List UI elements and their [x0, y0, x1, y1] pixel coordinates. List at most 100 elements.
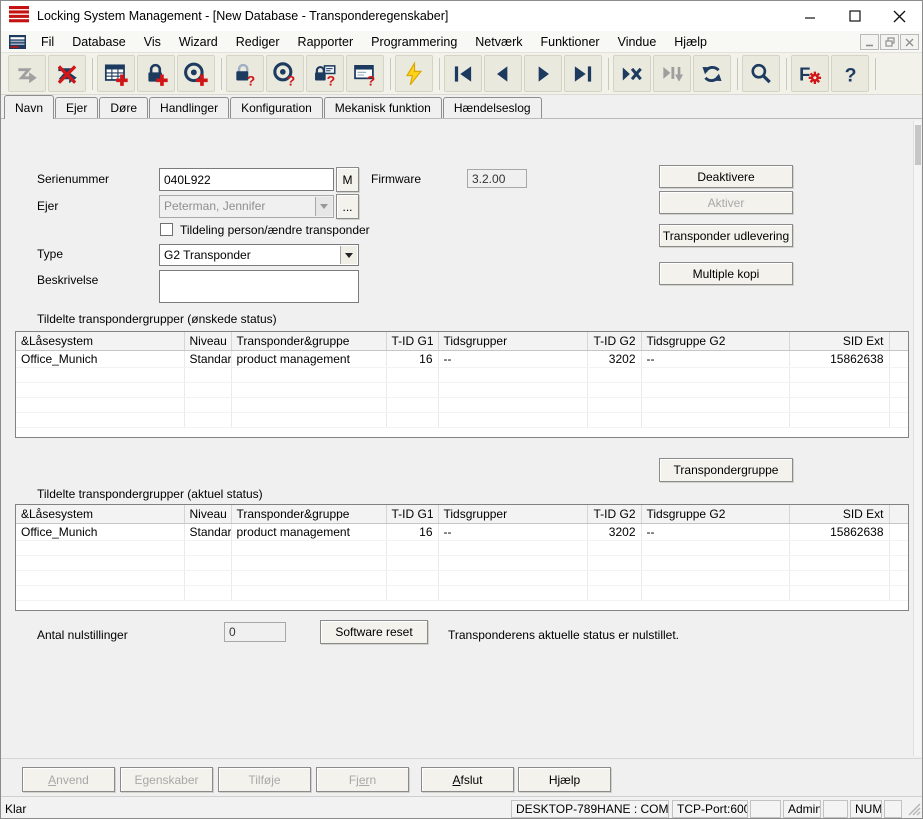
cancel-navigation-button[interactable]: [613, 55, 651, 92]
activate-button[interactable]: Aktiver: [659, 191, 793, 214]
add-transponder-button[interactable]: [177, 55, 215, 92]
menu-fil[interactable]: Fil: [32, 32, 63, 52]
toolbar-separator: [439, 58, 440, 90]
tab-navn[interactable]: Navn: [4, 95, 54, 119]
read-lock-data-button[interactable]: ?: [306, 55, 344, 92]
column-header[interactable]: T-ID G2: [587, 505, 641, 524]
add-locking-system-button[interactable]: [97, 55, 135, 92]
status-bar: Klar DESKTOP-789HANE : COM(*) TCP-Port:6…: [1, 796, 922, 819]
cell-level: Standard: [184, 524, 231, 541]
m-button[interactable]: M: [336, 167, 359, 192]
tab-ejer[interactable]: Ejer: [55, 97, 98, 118]
menu-funktioner[interactable]: Funktioner: [532, 32, 609, 52]
column-header[interactable]: Niveau: [184, 332, 231, 351]
table-row[interactable]: Office_Munich Standard product managemen…: [16, 524, 909, 541]
type-combobox[interactable]: G2 Transponder: [159, 244, 359, 266]
column-header[interactable]: T-ID G2: [587, 332, 641, 351]
program-button[interactable]: [395, 55, 433, 92]
route-arrow-button[interactable]: [8, 55, 46, 92]
help-footer-button[interactable]: Hjælp: [518, 767, 611, 792]
column-header[interactable]: Transponder&gruppe: [231, 505, 386, 524]
read-lock-button[interactable]: ?: [226, 55, 264, 92]
transponder-handout-button[interactable]: Transponder udlevering: [659, 224, 793, 247]
last-record-button[interactable]: [564, 55, 602, 92]
column-header[interactable]: &Låsesystem: [16, 332, 184, 351]
transponder-group-button[interactable]: Transpondergruppe: [659, 458, 793, 482]
serial-input[interactable]: [159, 168, 334, 191]
read-window-button[interactable]: ?: [346, 55, 384, 92]
tab-doere[interactable]: Døre: [99, 97, 148, 118]
properties-button[interactable]: Egenskaber: [120, 767, 213, 792]
add-button[interactable]: Tilføje: [218, 767, 311, 792]
multiple-copy-button[interactable]: Multiple kopi: [659, 262, 793, 285]
column-header[interactable]: Tidsgruppe G2: [641, 332, 789, 351]
mdi-close-icon[interactable]: [900, 34, 919, 50]
apply-button[interactable]: Anvend: [22, 767, 115, 792]
column-header[interactable]: Transponder&gruppe: [231, 332, 386, 351]
mdi-minimize-icon[interactable]: [860, 34, 879, 50]
filter-settings-button[interactable]: F: [791, 55, 829, 92]
menu-rediger[interactable]: Rediger: [227, 32, 289, 52]
mdi-restore-icon[interactable]: [880, 34, 899, 50]
maximize-icon[interactable]: [832, 1, 877, 31]
cell-sid-ext: 15862638: [789, 524, 889, 541]
menu-database[interactable]: Database: [63, 32, 135, 52]
skip-record-button[interactable]: [653, 55, 691, 92]
column-header[interactable]: Tidsgruppe G2: [641, 505, 789, 524]
deactivate-button[interactable]: Deaktivere: [659, 165, 793, 188]
filter-gear-icon: F: [797, 61, 823, 87]
software-reset-button[interactable]: Software reset: [320, 620, 428, 644]
exit-button[interactable]: Afslut: [421, 767, 514, 792]
application-window: Locking System Management - [New Databas…: [0, 0, 923, 819]
desired-groups-table: &Låsesystem Niveau Transponder&gruppe T-…: [15, 331, 909, 438]
help-button[interactable]: ?: [831, 55, 869, 92]
owner-label: Ejer: [37, 199, 58, 213]
menu-wizard[interactable]: Wizard: [170, 32, 227, 52]
cell-level: Standard: [184, 351, 231, 368]
read-transponder-button[interactable]: ?: [266, 55, 304, 92]
menu-hjaelp[interactable]: Hjælp: [665, 32, 716, 52]
assignment-checkbox[interactable]: [160, 223, 173, 236]
column-header[interactable]: SID Ext: [789, 505, 889, 524]
menu-vis[interactable]: Vis: [135, 32, 170, 52]
resize-grip-icon[interactable]: [908, 803, 921, 819]
column-header[interactable]: Tidsgrupper: [438, 332, 587, 351]
table-row-empty: [16, 383, 909, 398]
close-icon[interactable]: [877, 1, 922, 31]
scrollbar-thumb[interactable]: [915, 125, 921, 165]
route-cancel-button[interactable]: [48, 55, 86, 92]
menu-rapporter[interactable]: Rapporter: [289, 32, 363, 52]
minimize-icon[interactable]: [787, 1, 832, 31]
tab-mekanisk-funktion[interactable]: Mekanisk funktion: [324, 97, 442, 118]
refresh-button[interactable]: [693, 55, 731, 92]
vertical-scrollbar[interactable]: [913, 121, 921, 756]
column-header[interactable]: T-ID G1: [386, 505, 438, 524]
column-header[interactable]: T-ID G1: [386, 332, 438, 351]
description-label: Beskrivelse: [37, 273, 98, 287]
table-row[interactable]: Office_Munich Standard product managemen…: [16, 351, 909, 368]
add-lock-button[interactable]: [137, 55, 175, 92]
column-header[interactable]: Tidsgrupper: [438, 505, 587, 524]
menu-vindue[interactable]: Vindue: [609, 32, 666, 52]
tab-handlinger[interactable]: Handlinger: [149, 97, 229, 118]
read-window-icon: ?: [352, 61, 378, 87]
description-textarea[interactable]: [159, 270, 359, 303]
column-header[interactable]: SID Ext: [789, 332, 889, 351]
chevron-down-icon[interactable]: [315, 197, 332, 216]
column-header[interactable]: Niveau: [184, 505, 231, 524]
tab-konfiguration[interactable]: Konfiguration: [230, 97, 323, 118]
tab-haendelseslog[interactable]: Hændelseslog: [443, 97, 542, 118]
search-button[interactable]: [742, 55, 780, 92]
type-label: Type: [37, 247, 63, 261]
column-header[interactable]: &Låsesystem: [16, 505, 184, 524]
menu-programmering[interactable]: Programmering: [362, 32, 466, 52]
document-icon[interactable]: [9, 35, 26, 49]
remove-button[interactable]: Fjern: [316, 767, 409, 792]
first-record-button[interactable]: [444, 55, 482, 92]
next-record-button[interactable]: [524, 55, 562, 92]
browse-owner-button[interactable]: ...: [336, 194, 359, 219]
previous-record-button[interactable]: [484, 55, 522, 92]
chevron-down-icon[interactable]: [340, 246, 357, 264]
menu-netvaerk[interactable]: Netværk: [466, 32, 531, 52]
owner-combobox[interactable]: Peterman, Jennifer: [159, 195, 334, 218]
